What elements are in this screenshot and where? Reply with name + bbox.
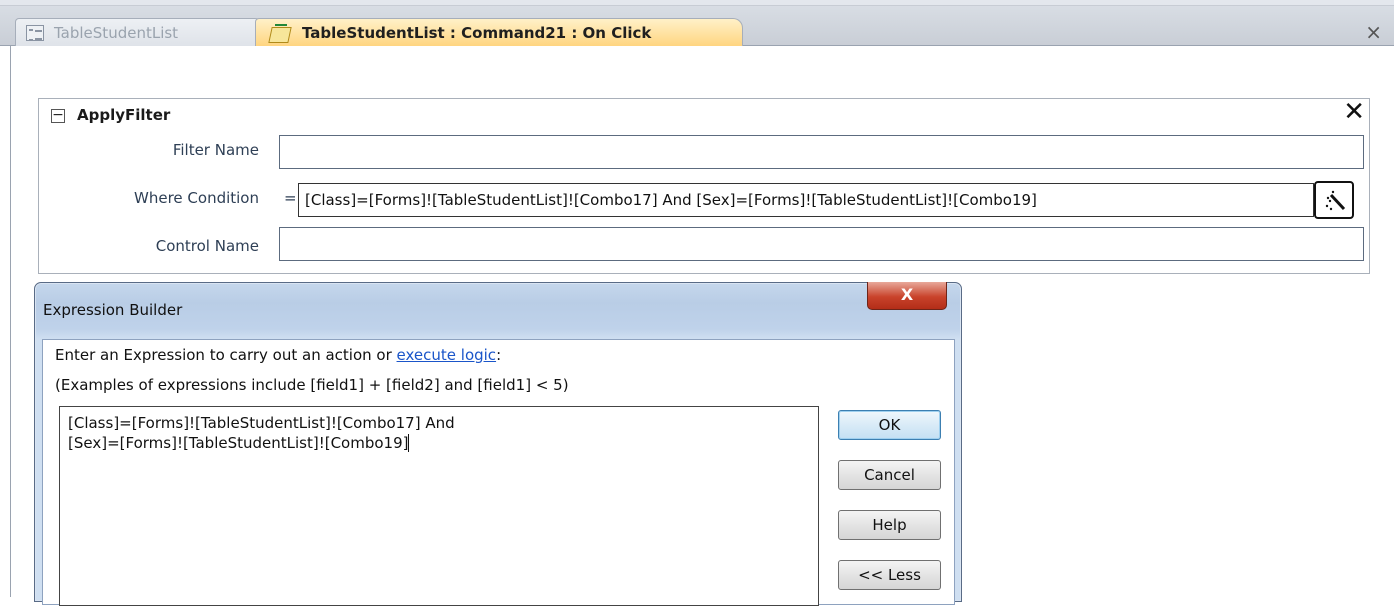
macro-action-block[interactable]: − ApplyFilter ✕ Filter Name Where Condit…: [38, 97, 1370, 274]
filter-name-field[interactable]: [279, 135, 1364, 169]
tab-form-tablestudentlist[interactable]: TableStudentList: [15, 18, 265, 46]
where-condition-field[interactable]: [Class]=[Forms]![TableStudentList]![Comb…: [298, 183, 1314, 217]
collapse-icon[interactable]: −: [51, 108, 65, 123]
document-tab-bar: TableStudentList TableStudentList : Comm…: [0, 6, 1394, 46]
dialog-title: Expression Builder: [43, 301, 183, 319]
control-name-label: Control Name: [155, 237, 259, 255]
execute-logic-link[interactable]: execute logic: [397, 346, 497, 364]
help-button[interactable]: Help: [838, 510, 941, 540]
tab-label: TableStudentList: [54, 23, 179, 42]
form-tab-icon: [26, 24, 44, 41]
less-button[interactable]: << Less: [838, 560, 941, 590]
tab-label: TableStudentList : Command21 : On Click: [302, 23, 652, 42]
delete-action-icon[interactable]: ✕: [1343, 97, 1365, 127]
text-caret: [408, 434, 410, 452]
dialog-close-button[interactable]: X: [867, 282, 947, 310]
tab-macro-on-click[interactable]: TableStudentList : Command21 : On Click: [255, 18, 743, 46]
dialog-body: Enter an Expression to carry out an acti…: [42, 339, 955, 606]
control-name-field[interactable]: [279, 227, 1364, 261]
expression-line-1: [Class]=[Forms]![TableStudentList]![Comb…: [68, 414, 455, 432]
cancel-button[interactable]: Cancel: [838, 460, 941, 490]
expression-builder-wand-icon: [1325, 190, 1346, 211]
filter-name-label: Filter Name: [172, 141, 259, 159]
close-document-icon[interactable]: ×: [1365, 20, 1382, 44]
instruction-pre: Enter an Expression to carry out an acti…: [55, 346, 397, 364]
expression-builder-dialog: Expression Builder X Enter an Expression…: [34, 282, 962, 606]
expression-editor[interactable]: [Class]=[Forms]![TableStudentList]![Comb…: [59, 406, 819, 606]
where-condition-label: Where Condition: [134, 189, 259, 207]
expression-builder-button[interactable]: [1314, 181, 1354, 219]
ok-button[interactable]: OK: [838, 410, 941, 440]
instruction-text: Enter an Expression to carry out an acti…: [55, 346, 501, 364]
macro-tab-icon: [268, 23, 292, 43]
expression-line-2: [Sex]=[Forms]![TableStudentList]![Combo1…: [68, 434, 409, 452]
examples-text: (Examples of expressions include [field1…: [55, 376, 569, 394]
instruction-post: :: [496, 346, 502, 364]
action-name: ApplyFilter: [77, 106, 171, 124]
close-icon: X: [900, 285, 914, 304]
where-condition-equals: =: [284, 189, 297, 207]
